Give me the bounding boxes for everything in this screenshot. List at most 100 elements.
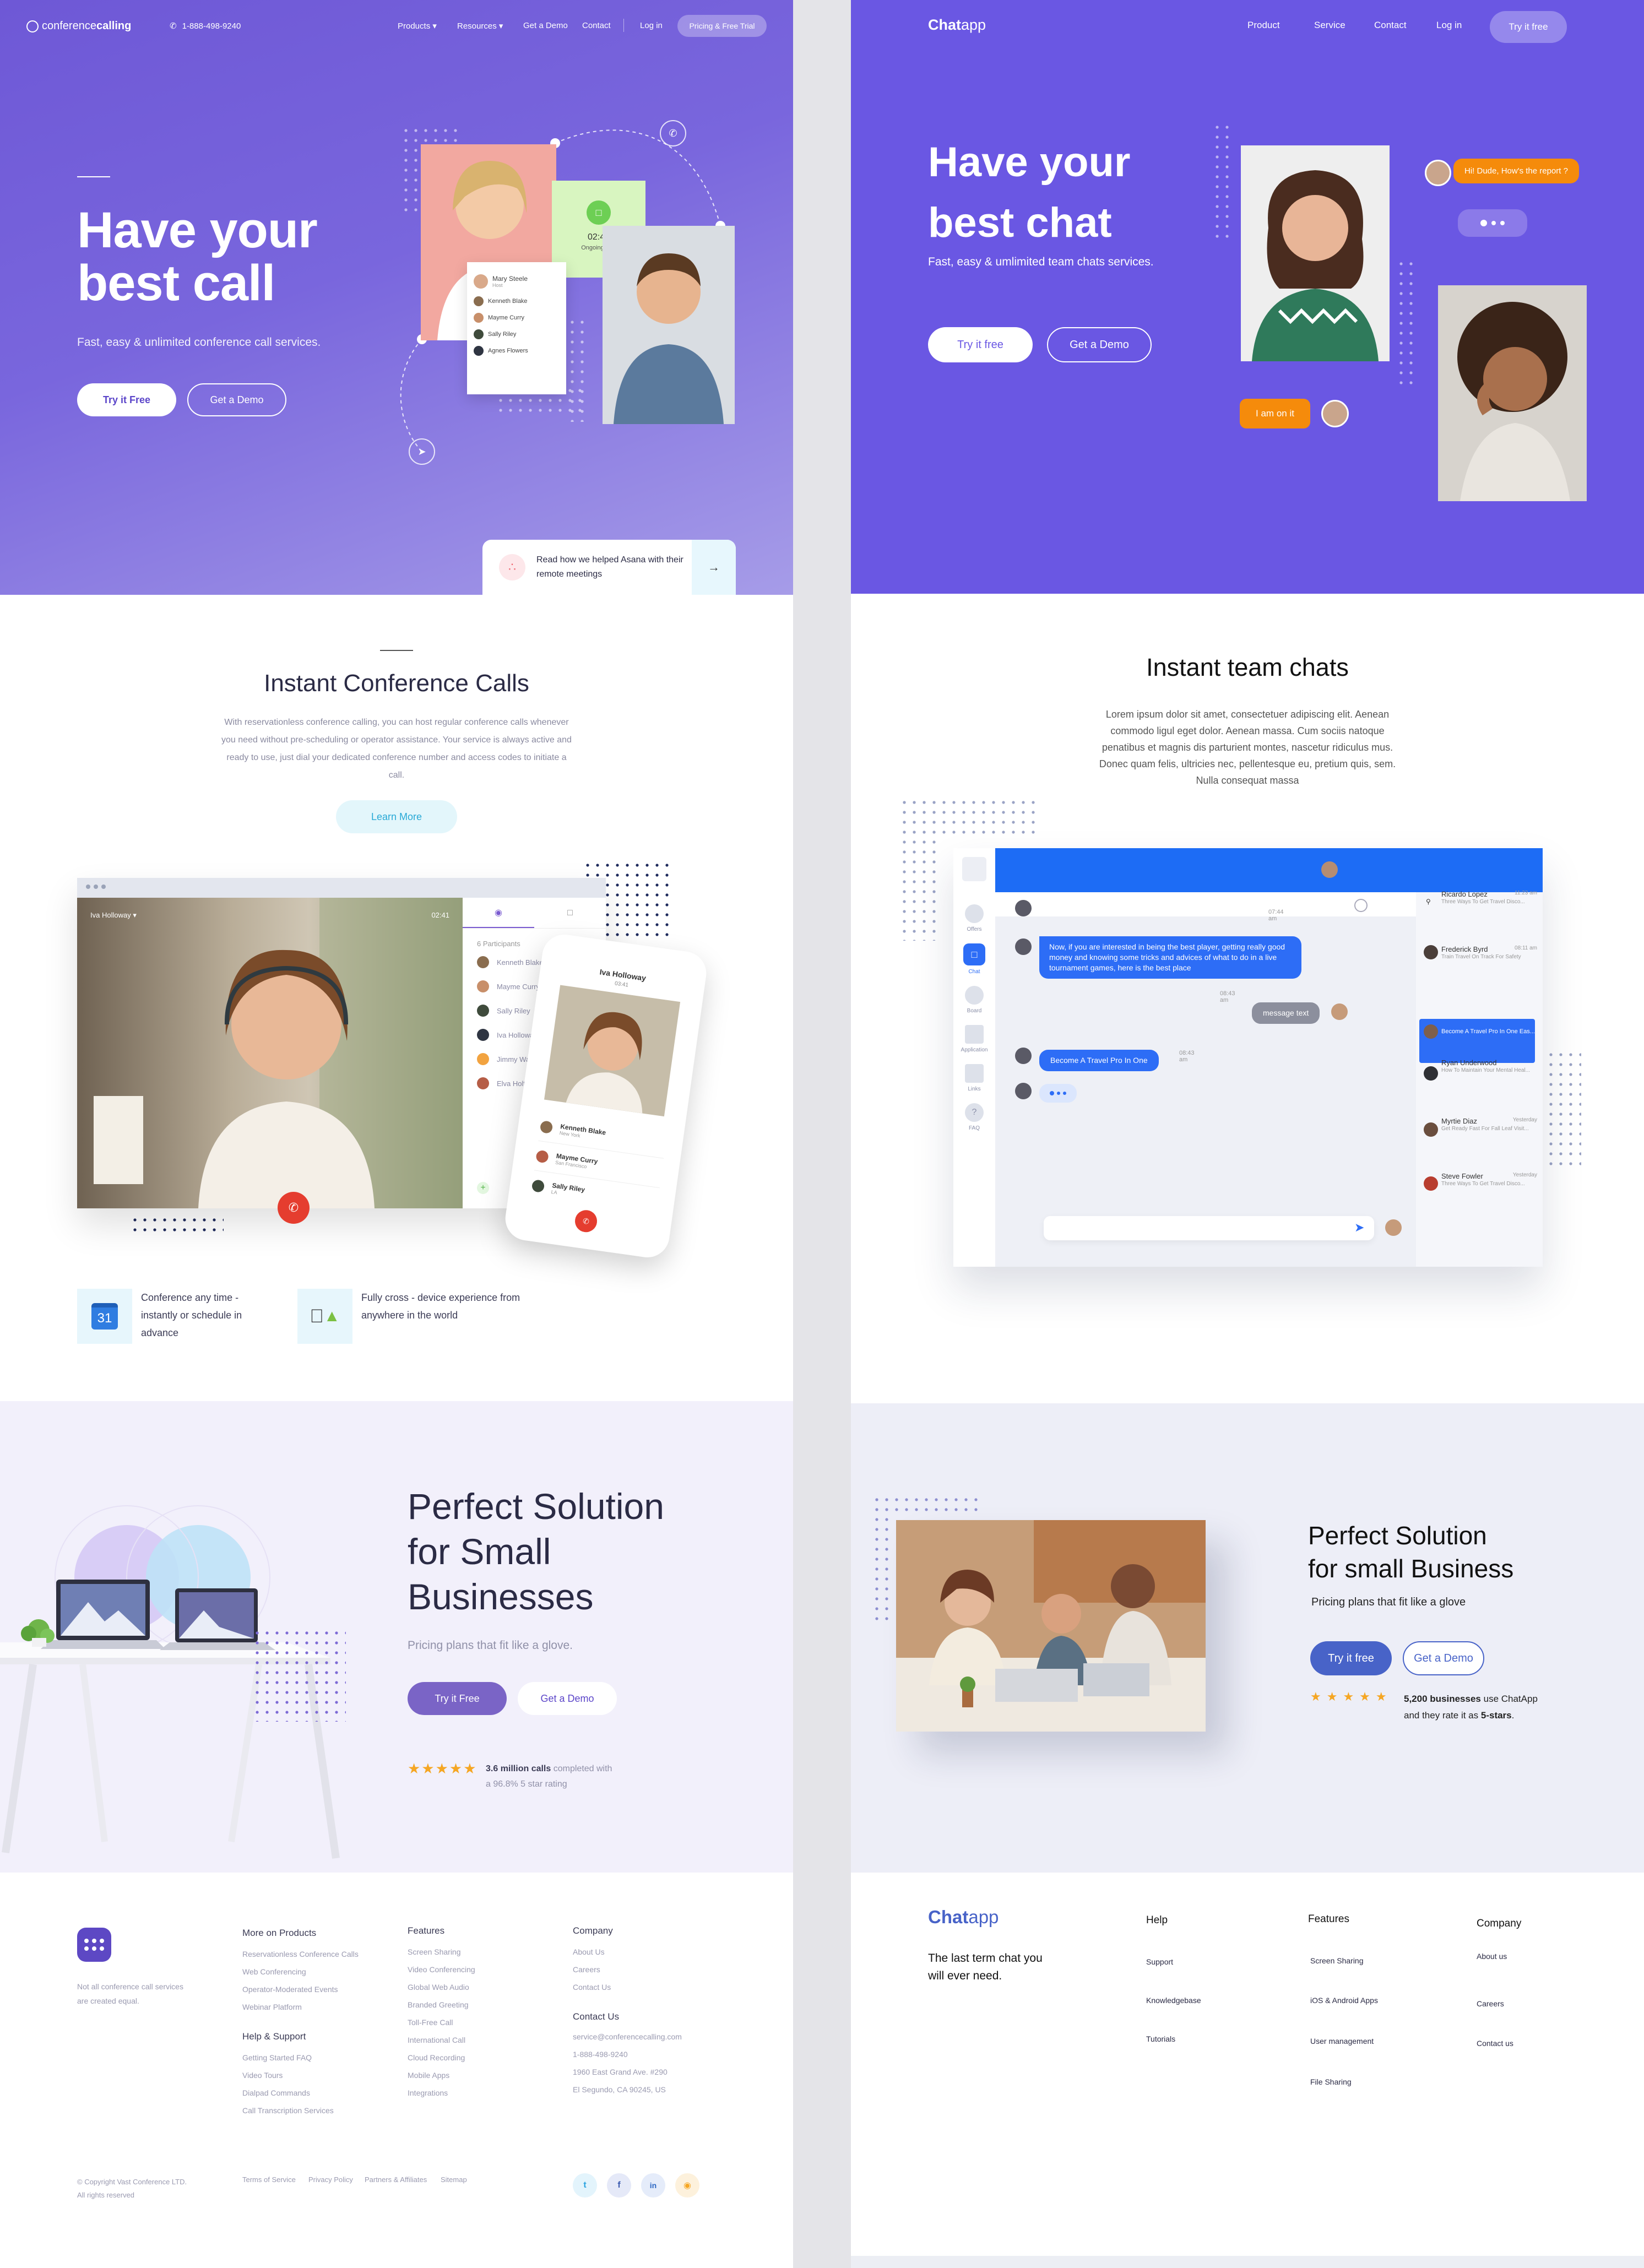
rating-text: 3.6 million calls completed with a 96.8%… (486, 1764, 612, 1789)
participants-tab[interactable]: ◉ (463, 898, 534, 928)
footer-link[interactable]: Toll-Free Call (408, 2018, 453, 2027)
send-icon[interactable]: ➤ (409, 438, 435, 465)
footer-link[interactable]: Support (1146, 1957, 1173, 1966)
footer-link[interactable]: Tutorials (1146, 2034, 1175, 2043)
nav-contact[interactable]: Contact (582, 21, 611, 30)
legal-link[interactable]: Privacy Policy (308, 2175, 353, 2184)
solution-get-demo-button[interactable]: Get a Demo (518, 1682, 617, 1715)
nav-phone[interactable]: ✆ 1-888-498-9240 (170, 21, 241, 31)
nav-get-demo[interactable]: Get a Demo (523, 21, 568, 30)
contact-item[interactable]: ⚲ Ricardo Lopez 11:23 am Three Ways To Get … (1421, 890, 1537, 906)
footer-link[interactable]: Web Conferencing (242, 1967, 306, 1976)
footer-link[interactable]: Screen Sharing (1310, 1956, 1364, 1965)
get-demo-button[interactable]: Get a Demo (187, 383, 286, 416)
legal-link[interactable]: Partners & Affiliates (365, 2175, 427, 2184)
footer-logo[interactable]: Chatapp (928, 1907, 999, 1928)
nav-contact[interactable]: Contact (1374, 20, 1407, 31)
footer-link[interactable]: El Segundo, CA 90245, US (573, 2085, 666, 2094)
footer-link[interactable]: Contact Us (573, 1983, 611, 1992)
solution-try-free-button[interactable]: Try it free (1310, 1641, 1392, 1675)
avatar (1015, 938, 1032, 955)
twitter-icon[interactable]: t (573, 2173, 597, 2198)
footer-link[interactable]: User management (1310, 2037, 1374, 2045)
chat-tab[interactable]: □ (534, 898, 606, 928)
sidebar-application[interactable]: Application (953, 1025, 995, 1053)
footer-link[interactable]: About Us (573, 1947, 605, 1956)
footer-link[interactable]: Operator-Moderated Events (242, 1985, 338, 1994)
footer-link[interactable]: service@conferencecalling.com (573, 2032, 682, 2041)
footer-link[interactable]: Knowledgebase (1146, 1996, 1201, 2005)
try-free-button[interactable]: Try it Free (77, 383, 176, 416)
footer-link[interactable]: Video Tours (242, 2071, 283, 2080)
footer-link[interactable]: iOS & Android Apps (1310, 1996, 1378, 2005)
send-icon[interactable]: ➤ (1354, 1220, 1364, 1235)
footer-link[interactable]: 1-888-498-9240 (573, 2050, 628, 2059)
footer-link[interactable]: Cloud Recording (408, 2053, 465, 2062)
try-free-button[interactable]: Try it free (928, 327, 1033, 362)
sidebar-links[interactable]: Links (953, 1064, 995, 1092)
footer-link[interactable]: File Sharing (1310, 2077, 1352, 2086)
sidebar-chat[interactable]: □ Chat (953, 943, 995, 975)
footer-link[interactable]: Careers (573, 1965, 600, 1974)
footer-link[interactable]: Screen Sharing (408, 1947, 461, 1956)
settings-icon[interactable] (1354, 899, 1368, 912)
contact-item[interactable]: Steve Fowler Yesterday Three Ways To Get T… (1421, 1172, 1537, 1191)
nav-products[interactable]: Products ▾ (398, 21, 437, 31)
footer-link[interactable]: Careers (1477, 1999, 1504, 2008)
nav-service[interactable]: Service (1314, 20, 1345, 31)
end-call-button[interactable]: ✆ (278, 1192, 310, 1224)
footer-link[interactable]: 1960 East Grand Ave. #290 (573, 2068, 668, 2076)
contact-item[interactable]: Ryan Underwood How To Maintain Your Menta… (1421, 1059, 1537, 1081)
time-stamp: 08:43 am (1220, 990, 1235, 1003)
nav-product[interactable]: Product (1247, 20, 1280, 31)
solution-try-free-button[interactable]: Try it Free (408, 1682, 507, 1715)
footer-link[interactable]: Webinar Platform (242, 2003, 302, 2011)
avatar (1015, 1083, 1032, 1099)
add-participant-icon[interactable]: + (477, 1182, 489, 1194)
solution-get-demo-button[interactable]: Get a Demo (1403, 1641, 1484, 1675)
footer-link[interactable]: Reservationless Conference Calls (242, 1950, 359, 1958)
get-demo-button[interactable]: Get a Demo (1047, 327, 1152, 362)
nav-login[interactable]: Log in (640, 21, 663, 30)
sidebar-faq[interactable]: ? FAQ (953, 1103, 995, 1131)
footer-link[interactable]: Dialpad Commands (242, 2088, 310, 2097)
contact-item[interactable]: Frederick Byrd 08:11 am Train Travel On Tr… (1421, 945, 1537, 961)
learn-more-button[interactable]: Learn More (336, 800, 457, 833)
contact-item[interactable]: Myrtie Diaz Yesterday Get Ready Fast For F… (1421, 1117, 1537, 1137)
logo[interactable]: conference calling (26, 20, 131, 32)
footer-link[interactable]: Call Transcription Services (242, 2106, 334, 2115)
hero-subtitle: Fast, easy & umlimited team chats servic… (928, 256, 1154, 268)
pricing-free-trial-button[interactable]: Pricing & Free Trial (677, 15, 767, 37)
arrow-right-icon[interactable]: → (692, 540, 736, 595)
footer-link[interactable]: Branded Greeting (408, 2000, 469, 2009)
phone-call-icon[interactable]: ✆ (660, 120, 686, 147)
logo-suffix: app (961, 17, 986, 33)
legal-link[interactable]: Terms of Service (242, 2175, 296, 2184)
host-name: Mary Steele (492, 275, 528, 283)
phone-end-call-button[interactable]: ✆ (573, 1208, 599, 1234)
footer-link[interactable]: Contact us (1477, 2039, 1513, 2048)
message-input[interactable] (1044, 1216, 1374, 1240)
footer-link[interactable]: International Call (408, 2036, 465, 2044)
legal-link[interactable]: Sitemap (441, 2175, 467, 2184)
nav-login[interactable]: Log in (1436, 20, 1462, 31)
try-free-nav-button[interactable]: Try it free (1490, 11, 1567, 43)
rss-icon[interactable]: ◉ (675, 2173, 699, 2198)
sidebar-board[interactable]: Board (953, 986, 995, 1014)
contact-item[interactable]: Become A Travel Pro In One Eas... (1419, 1019, 1535, 1063)
footer-link[interactable]: Getting Started FAQ (242, 2053, 312, 2062)
footer-link[interactable]: Global Web Audio (408, 1983, 469, 1992)
footer-link[interactable]: Video Conferencing (408, 1965, 475, 1974)
logo[interactable]: Chatapp (928, 17, 986, 34)
linkedin-icon[interactable]: in (641, 2173, 665, 2198)
footer-link[interactable]: Integrations (408, 2088, 448, 2097)
footer-link[interactable]: Mobile Apps (408, 2071, 449, 2080)
star-rating: ★★★★★ (408, 1760, 478, 1777)
footer-link[interactable]: About us (1477, 1952, 1507, 1961)
facebook-icon[interactable]: f (607, 2173, 631, 2198)
nav-resources[interactable]: Resources ▾ (457, 21, 503, 31)
footer-logo-icon[interactable] (77, 1928, 111, 1962)
asana-banner[interactable]: ∴ Read how we helped Asana with their re… (482, 540, 736, 595)
sidebar-offers[interactable]: Offers (953, 904, 995, 932)
footer-heading: Help & Support (242, 2031, 306, 2042)
